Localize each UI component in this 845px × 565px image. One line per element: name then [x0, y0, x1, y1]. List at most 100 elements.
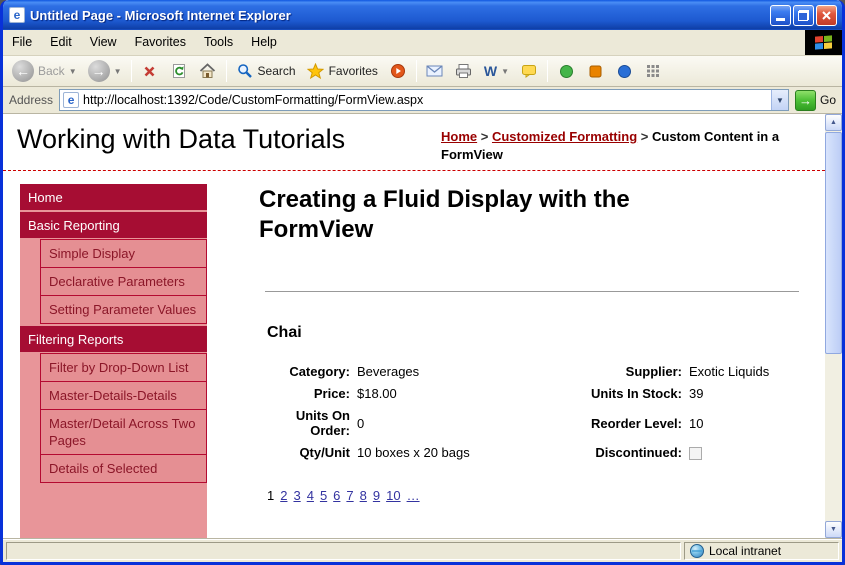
browser-window: e Untitled Page - Microsoft Internet Exp…: [0, 0, 845, 565]
back-button[interactable]: ← Back ▼: [7, 58, 82, 84]
pager-page-link[interactable]: 10: [386, 488, 400, 503]
discuss-button[interactable]: [515, 60, 543, 82]
refresh-button[interactable]: [165, 60, 193, 82]
go-label: Go: [820, 93, 836, 107]
menu-file[interactable]: File: [3, 30, 41, 55]
pager-page-link[interactable]: 5: [320, 488, 327, 503]
orange-badge-icon: [586, 62, 604, 80]
stop-icon: [141, 62, 159, 80]
home-icon: [199, 62, 217, 80]
security-zone-label: Local intranet: [709, 544, 781, 558]
sidebar-item-master-detail-across-two-pages[interactable]: Master/Detail Across Two Pages: [40, 409, 207, 455]
menu-help[interactable]: Help: [242, 30, 286, 55]
page-icon: e: [63, 92, 79, 108]
breadcrumb-link-home[interactable]: Home: [441, 129, 477, 144]
print-button[interactable]: [450, 60, 478, 82]
restore-button[interactable]: [793, 5, 814, 26]
search-icon: [236, 62, 254, 80]
address-dropdown-button[interactable]: ▼: [771, 90, 788, 110]
sidebar-section-basic-reporting[interactable]: Basic Reporting: [20, 212, 207, 238]
addon-button-3[interactable]: [610, 60, 638, 82]
pager-page-link[interactable]: 6: [333, 488, 340, 503]
scrollbar-thumb[interactable]: [825, 132, 842, 354]
scrollbar-down-button[interactable]: ▼: [825, 521, 842, 538]
main-content: Creating a Fluid Display with the FormVi…: [207, 171, 825, 538]
sidebar-item-details-of-selected[interactable]: Details of Selected: [40, 454, 207, 483]
edit-chevron-down-icon: ▼: [501, 67, 509, 76]
site-header: Working with Data Tutorials Home > Custo…: [3, 114, 825, 171]
discontinued-checkbox: [689, 447, 702, 460]
pager-page-link[interactable]: 3: [293, 488, 300, 503]
scrollbar-track[interactable]: [825, 354, 842, 521]
address-input[interactable]: [83, 93, 771, 107]
windows-flag-icon: [815, 35, 832, 49]
menu-view[interactable]: View: [81, 30, 126, 55]
edit-button[interactable]: W ▼: [479, 61, 514, 81]
toolbar-separator: [131, 60, 132, 82]
sidebar-nav: Home Basic Reporting Simple Display Decl…: [20, 184, 207, 538]
menu-bar: File Edit View Favorites Tools Help: [3, 30, 842, 56]
title-bar: e Untitled Page - Microsoft Internet Exp…: [3, 0, 842, 30]
arrow-up-icon: ▲: [830, 119, 837, 126]
media-button[interactable]: [384, 60, 412, 82]
printer-icon: [455, 62, 473, 80]
addon-button-2[interactable]: [581, 60, 609, 82]
breadcrumb-separator: >: [641, 129, 649, 144]
pager-page-link[interactable]: 2: [280, 488, 287, 503]
mail-button[interactable]: [421, 60, 449, 82]
ie-window-icon[interactable]: e: [9, 7, 25, 23]
toolbar-separator: [547, 60, 548, 82]
forward-button[interactable]: → ▼: [83, 58, 127, 84]
toolbar-separator: [226, 60, 227, 82]
vertical-scrollbar: ▲ ▼: [825, 114, 842, 538]
go-arrow-icon: →: [795, 90, 816, 111]
pager-page-current: 1: [267, 488, 274, 503]
security-zone-panel: Local intranet: [684, 542, 839, 560]
close-icon: [821, 10, 832, 21]
minimize-icon: [776, 18, 785, 21]
addon-button-1[interactable]: [552, 60, 580, 82]
pager-page-link[interactable]: 7: [346, 488, 353, 503]
field-value-units-on-order: 0: [355, 416, 555, 431]
sidebar-section-filtering-reports[interactable]: Filtering Reports: [20, 326, 207, 352]
blue-badge-icon: [615, 62, 633, 80]
field-label-price: Price:: [259, 386, 355, 401]
favorites-button[interactable]: Favorites: [302, 60, 383, 82]
windows-logo-throbber: [805, 30, 842, 55]
pager-page-link[interactable]: 8: [360, 488, 367, 503]
grid-dots-icon: [644, 62, 662, 80]
menu-tools[interactable]: Tools: [195, 30, 242, 55]
pager-page-link[interactable]: 4: [307, 488, 314, 503]
pager: 1 2 3 4 5 6 7 8 9 10 …: [267, 488, 799, 503]
sidebar-item-declarative-parameters[interactable]: Declarative Parameters: [40, 267, 207, 296]
word-icon: W: [484, 63, 497, 79]
standard-toolbar: ← Back ▼ → ▼ Searc: [3, 56, 842, 87]
back-chevron-down-icon: ▼: [69, 67, 77, 76]
sidebar-item-setting-parameter-values[interactable]: Setting Parameter Values: [40, 295, 207, 324]
stop-button[interactable]: [136, 60, 164, 82]
go-button[interactable]: → Go: [795, 90, 836, 111]
pager-page-link[interactable]: 9: [373, 488, 380, 503]
browser-viewport: Working with Data Tutorials Home > Custo…: [3, 114, 842, 538]
field-label-qty-unit: Qty/Unit: [259, 445, 355, 460]
minimize-button[interactable]: [770, 5, 791, 26]
sidebar-item-filter-by-drop-down-list[interactable]: Filter by Drop-Down List: [40, 353, 207, 382]
breadcrumb-link-customized-formatting[interactable]: Customized Formatting: [492, 129, 637, 144]
close-button[interactable]: [816, 5, 837, 26]
sidebar-item-master-details-details[interactable]: Master-Details-Details: [40, 381, 207, 410]
field-value-qty-unit: 10 boxes x 20 bags: [355, 445, 555, 460]
menu-favorites[interactable]: Favorites: [126, 30, 195, 55]
home-button[interactable]: [194, 60, 222, 82]
pager-page-ellipsis[interactable]: …: [407, 488, 420, 503]
search-button[interactable]: Search: [231, 60, 301, 82]
back-label: Back: [38, 64, 65, 78]
sidebar-section-home[interactable]: Home: [20, 184, 207, 210]
addon-button-4[interactable]: [639, 60, 667, 82]
menu-edit[interactable]: Edit: [41, 30, 81, 55]
field-label-units-on-order: Units On Order:: [259, 408, 355, 438]
address-bar: Address e ▼ → Go: [3, 87, 842, 114]
field-label-category: Category:: [259, 364, 355, 379]
sidebar-item-simple-display[interactable]: Simple Display: [40, 239, 207, 268]
media-icon: [389, 62, 407, 80]
scrollbar-up-button[interactable]: ▲: [825, 114, 842, 131]
